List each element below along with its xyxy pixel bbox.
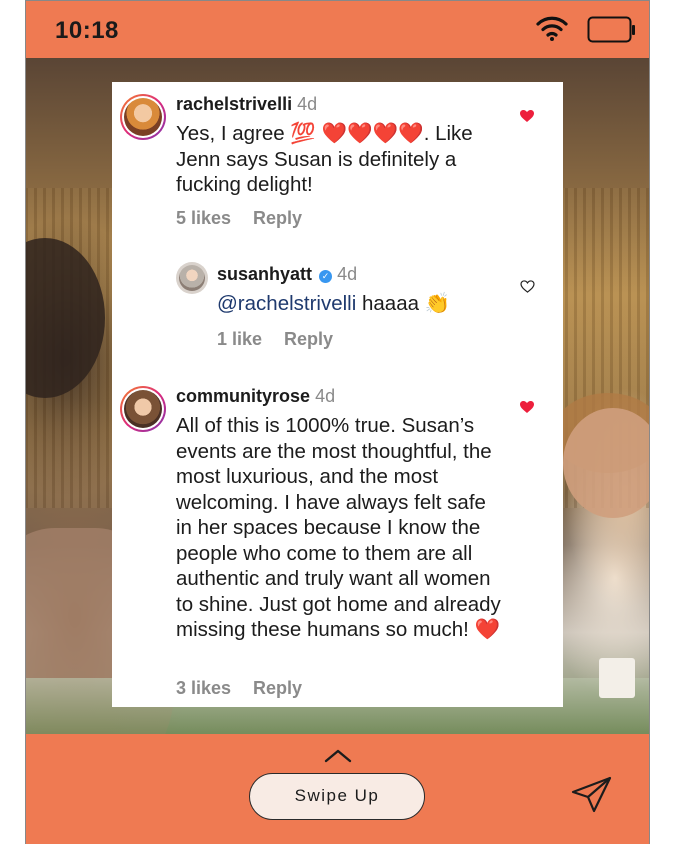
frame-edge xyxy=(25,0,650,1)
wifi-icon xyxy=(536,16,568,41)
comment-age: 4d xyxy=(315,386,336,406)
heart-icon[interactable] xyxy=(520,280,535,293)
heart-icon[interactable] xyxy=(519,109,535,123)
comment-age: 4d xyxy=(337,264,358,284)
username[interactable]: communityrose xyxy=(176,386,310,406)
avatar[interactable] xyxy=(120,386,166,432)
comment-text: All of this is 1000% true. Susan’s event… xyxy=(176,414,501,641)
likes-count[interactable]: 1 like xyxy=(217,329,262,349)
comment-header: susanhyatt ✓ 4d xyxy=(217,264,357,285)
mention-link[interactable]: @rachelstrivelli xyxy=(217,292,356,315)
likes-count[interactable]: 3 likes xyxy=(176,678,231,698)
comment-text: Yes, I agree 💯 ❤️❤️❤️❤️. Like Jenn says … xyxy=(176,122,473,196)
comments-card: rachelstrivelli 4d Yes, I agree 💯 ❤️❤️❤️… xyxy=(112,82,563,707)
avatar[interactable] xyxy=(176,262,208,294)
reply-button[interactable]: Reply xyxy=(284,329,333,349)
username[interactable]: rachelstrivelli xyxy=(176,94,292,114)
frame-edge xyxy=(649,0,650,844)
comment-header: communityrose 4d xyxy=(176,386,335,407)
likes-count[interactable]: 5 likes xyxy=(176,208,231,228)
comment-meta: 3 likes Reply xyxy=(176,678,324,699)
send-icon[interactable] xyxy=(570,774,614,814)
comment-age: 4d xyxy=(297,94,318,114)
comment-meta: 5 likes Reply xyxy=(176,208,324,229)
avatar[interactable] xyxy=(120,94,166,140)
frame-edge xyxy=(25,0,26,844)
username[interactable]: susanhyatt xyxy=(217,264,312,284)
status-bar: 10:18 xyxy=(25,0,649,58)
reply-button[interactable]: Reply xyxy=(253,678,302,698)
heart-icon[interactable] xyxy=(519,400,535,414)
comment-header: rachelstrivelli 4d xyxy=(176,94,317,115)
comment-text: @rachelstrivelli haaaa 👏 xyxy=(217,292,451,315)
reply-button[interactable]: Reply xyxy=(253,208,302,228)
verified-icon: ✓ xyxy=(319,270,333,283)
swipe-up-button[interactable]: Swipe Up xyxy=(249,773,425,820)
chevron-up-icon[interactable] xyxy=(300,744,376,766)
status-time: 10:18 xyxy=(55,17,119,44)
battery-icon xyxy=(587,16,635,43)
comment-meta: 1 like Reply xyxy=(217,329,355,350)
